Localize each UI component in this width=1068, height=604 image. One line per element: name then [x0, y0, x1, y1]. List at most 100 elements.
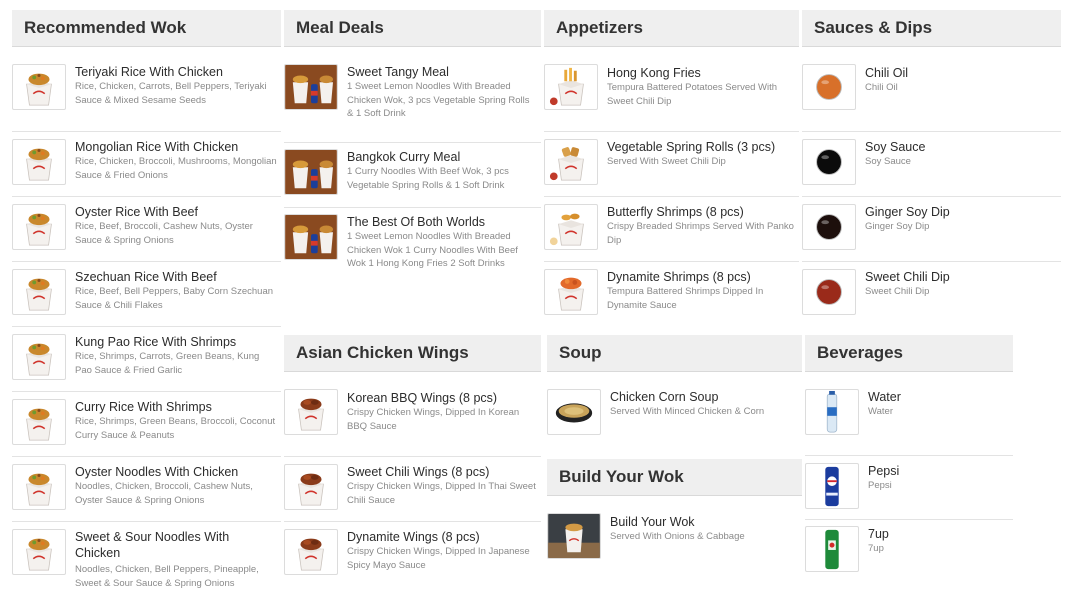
- wok-box-icon: [12, 204, 66, 250]
- menu-item[interactable]: Curry Rice With Shrimps Rice, Shrimps, G…: [12, 392, 281, 457]
- spring-rolls-box-icon: [544, 139, 598, 185]
- fries-box-icon: [544, 64, 598, 110]
- item-description: Rice, Shrimps, Carrots, Green Beans, Kun…: [75, 351, 260, 376]
- section-title: Meal Deals: [284, 10, 541, 47]
- wok-box-icon: [12, 464, 66, 510]
- item-name: Vegetable Spring Rolls (3 pcs): [607, 140, 776, 154]
- item-name: Sweet & Sour Noodles With Chicken: [75, 530, 230, 560]
- item-description: Rice, Beef, Bell Peppers, Baby Corn Szec…: [75, 286, 274, 311]
- item-description: Sweet Chili Dip: [865, 286, 930, 297]
- meal-combo-icon: [284, 64, 338, 110]
- item-description: 7up: [868, 543, 884, 554]
- wings-box-icon: [284, 389, 338, 435]
- item-description: Noodles, Chicken, Bell Peppers, Pineappl…: [75, 564, 259, 589]
- item-name: Mongolian Rice With Chicken: [75, 140, 239, 154]
- wok-box-icon: [12, 399, 66, 445]
- menu-item[interactable]: Chili Oil Chili Oil: [802, 64, 1061, 132]
- item-name: Build Your Wok: [610, 515, 695, 529]
- section-sauces-dips: Sauces & Dips Chili Oil Chili Oil Soy Sa…: [802, 10, 1061, 327]
- item-description: 1 Sweet Lemon Noodles With Breaded Chick…: [347, 231, 518, 269]
- menu-item[interactable]: Mongolian Rice With Chicken Rice, Chicke…: [12, 132, 281, 197]
- menu-item[interactable]: The Best Of Both Worlds 1 Sweet Lemon No…: [284, 208, 541, 278]
- menu-item[interactable]: Water Water: [805, 389, 1013, 456]
- menu-item[interactable]: Soy Sauce Soy Sauce: [802, 132, 1061, 197]
- menu-item[interactable]: Build Your Wok Served With Onions & Cabb…: [547, 513, 802, 570]
- item-description: 1 Curry Noodles With Beef Wok, 3 pcs Veg…: [347, 166, 509, 191]
- item-name: Soy Sauce: [865, 140, 926, 154]
- menu-item[interactable]: Vegetable Spring Rolls (3 pcs) Served Wi…: [544, 132, 799, 197]
- section-title: Asian Chicken Wings: [284, 335, 541, 372]
- item-name: Pepsi: [868, 464, 900, 478]
- item-name: Sweet Tangy Meal: [347, 65, 449, 79]
- menu-item[interactable]: Szechuan Rice With Beef Rice, Beef, Bell…: [12, 262, 281, 327]
- item-description: Crispy Chicken Wings, Dipped In Japanese…: [347, 546, 530, 571]
- menu-item[interactable]: Sweet & Sour Noodles With Chicken Noodle…: [12, 522, 281, 602]
- menu-item[interactable]: Oyster Rice With Beef Rice, Beef, Brocco…: [12, 197, 281, 262]
- item-name: Dynamite Shrimps (8 pcs): [607, 270, 751, 284]
- wok-box-icon: [12, 334, 66, 380]
- shrimp-box-icon: [544, 204, 598, 250]
- menu-item[interactable]: Oyster Noodles With Chicken Noodles, Chi…: [12, 457, 281, 522]
- item-description: Crispy Chicken Wings, Dipped In Korean B…: [347, 407, 520, 432]
- menu-item[interactable]: 7up 7up: [805, 520, 1013, 580]
- wok-box-icon: [12, 139, 66, 185]
- item-name: Chili Oil: [865, 66, 909, 80]
- menu-item[interactable]: Pepsi Pepsi: [805, 456, 1013, 520]
- wings-box-icon: [284, 529, 338, 575]
- section-recommended-wok: Recommended Wok Teriyaki Rice With Chick…: [12, 10, 281, 602]
- item-name: Hong Kong Fries: [607, 66, 701, 80]
- section-build-your-wok: Build Your Wok Build Your Wok Served Wit…: [547, 459, 802, 570]
- soup-bowl-icon: [547, 389, 601, 435]
- 7up-can-icon: [805, 526, 859, 572]
- item-description: Rice, Chicken, Carrots, Bell Peppers, Te…: [75, 81, 267, 106]
- menu-item[interactable]: Chicken Corn Soup Served With Minced Chi…: [547, 389, 802, 460]
- dynamite-shrimp-box-icon: [544, 269, 598, 315]
- section-chicken-wings: Asian Chicken Wings Korean BBQ Wings (8 …: [284, 335, 541, 582]
- item-description: Crispy Chicken Wings, Dipped In Thai Swe…: [347, 481, 536, 506]
- section-title: Sauces & Dips: [802, 10, 1061, 47]
- section-title: Build Your Wok: [547, 459, 802, 496]
- item-name: Sweet Chili Dip: [865, 270, 950, 284]
- item-description: Pepsi: [868, 480, 892, 491]
- menu-item[interactable]: Butterfly Shrimps (8 pcs) Crispy Breaded…: [544, 197, 799, 262]
- menu-item[interactable]: Teriyaki Rice With Chicken Rice, Chicken…: [12, 64, 281, 132]
- menu-item[interactable]: Sweet Chili Wings (8 pcs) Crispy Chicken…: [284, 457, 541, 522]
- item-description: Tempura Battered Shrimps Dipped In Dynam…: [607, 286, 764, 311]
- section-title: Appetizers: [544, 10, 799, 47]
- item-description: 1 Sweet Lemon Noodles With Breaded Chick…: [347, 81, 530, 119]
- item-name: Sweet Chili Wings (8 pcs): [347, 465, 490, 479]
- item-name: Curry Rice With Shrimps: [75, 400, 212, 414]
- item-name: The Best Of Both Worlds: [347, 215, 486, 229]
- water-bottle-icon: [805, 389, 859, 435]
- item-description: Served With Onions & Cabbage: [610, 531, 745, 542]
- item-name: Teriyaki Rice With Chicken: [75, 65, 223, 79]
- menu-item[interactable]: Dynamite Shrimps (8 pcs) Tempura Battere…: [544, 262, 799, 327]
- menu-item[interactable]: Korean BBQ Wings (8 pcs) Crispy Chicken …: [284, 389, 541, 457]
- item-name: Water: [868, 390, 901, 404]
- menu-item[interactable]: Dynamite Wings (8 pcs) Crispy Chicken Wi…: [284, 522, 541, 582]
- menu-item[interactable]: Sweet Tangy Meal 1 Sweet Lemon Noodles W…: [284, 64, 541, 143]
- menu-item[interactable]: Bangkok Curry Meal 1 Curry Noodles With …: [284, 143, 541, 208]
- menu-item[interactable]: Sweet Chili Dip Sweet Chili Dip: [802, 262, 1061, 327]
- item-description: Rice, Beef, Broccoli, Cashew Nuts, Oyste…: [75, 221, 253, 246]
- menu-item[interactable]: Kung Pao Rice With Shrimps Rice, Shrimps…: [12, 327, 281, 392]
- section-title: Recommended Wok: [12, 10, 281, 47]
- wok-box-icon: [12, 64, 66, 110]
- pepsi-can-icon: [805, 463, 859, 509]
- item-name: Oyster Noodles With Chicken: [75, 465, 239, 479]
- item-name: 7up: [868, 527, 889, 541]
- meal-combo-icon: [284, 214, 338, 260]
- item-description: Tempura Battered Potatoes Served With Sw…: [607, 82, 778, 107]
- menu-item[interactable]: Ginger Soy Dip Ginger Soy Dip: [802, 197, 1061, 262]
- sweet-chili-cup-icon: [802, 269, 856, 315]
- soy-sauce-cup-icon: [802, 139, 856, 185]
- item-name: Ginger Soy Dip: [865, 205, 950, 219]
- item-description: Served With Minced Chicken & Corn: [610, 406, 765, 417]
- menu-item[interactable]: Hong Kong Fries Tempura Battered Potatoe…: [544, 64, 799, 132]
- item-name: Kung Pao Rice With Shrimps: [75, 335, 237, 349]
- wok-box-icon: [12, 269, 66, 315]
- item-description: Ginger Soy Dip: [865, 221, 930, 232]
- item-description: Noodles, Chicken, Broccoli, Cashew Nuts,…: [75, 481, 253, 506]
- ginger-soy-cup-icon: [802, 204, 856, 250]
- item-name: Szechuan Rice With Beef: [75, 270, 217, 284]
